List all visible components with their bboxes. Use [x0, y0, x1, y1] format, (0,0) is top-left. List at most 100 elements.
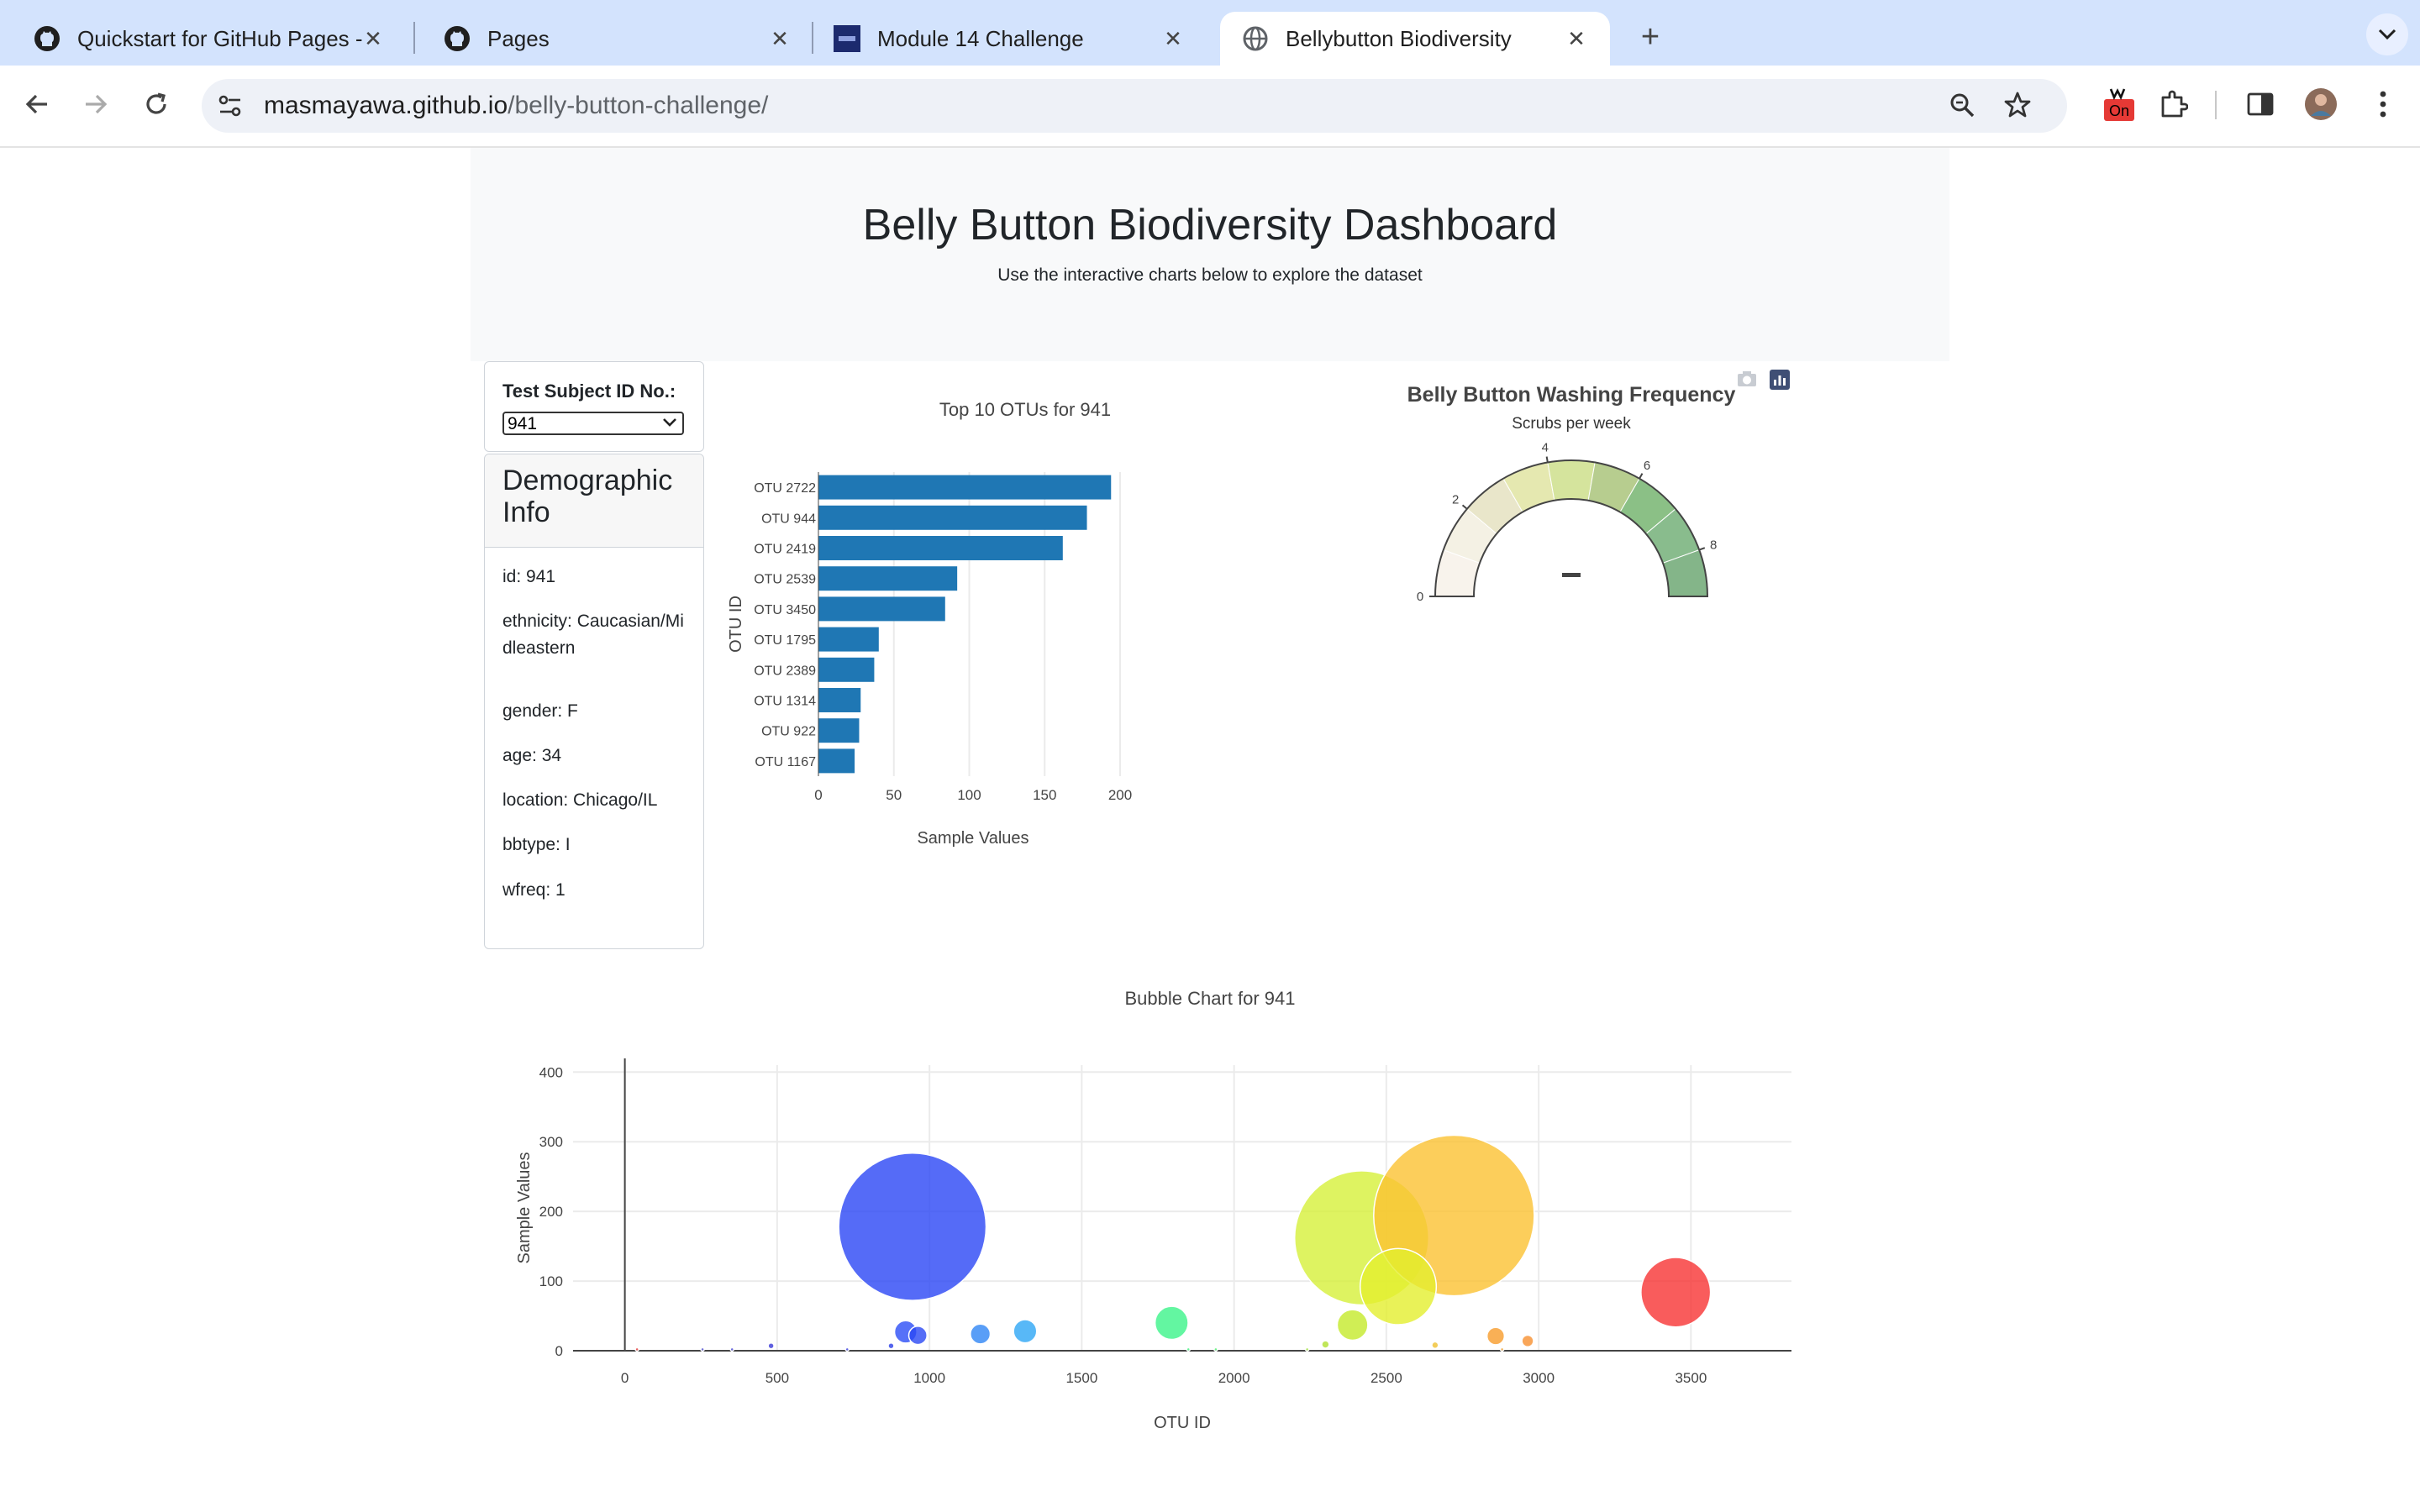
github-icon [34, 25, 60, 52]
extension-on-icon[interactable]: On [2097, 82, 2141, 126]
y-tick-label: OTU 1795 [754, 633, 816, 648]
url-text[interactable]: masmayawa.github.io/belly-button-challen… [264, 92, 768, 120]
arrow-right-icon [86, 94, 108, 114]
tab-title: Quickstart for GitHub Pages - [77, 25, 363, 51]
gauge-tick [1545, 456, 1549, 463]
y-tick-label: OTU 2539 [754, 573, 816, 587]
bar [818, 657, 875, 682]
y-axis-title: OTU ID [727, 596, 745, 653]
extensions-puzzle-icon[interactable] [2151, 82, 2195, 126]
bubble-point [729, 1347, 734, 1352]
x-tick-label: 0 [814, 787, 822, 803]
y-tick-label: OTU 1167 [755, 755, 816, 769]
bubble-point [844, 1347, 850, 1352]
gauge-step [1547, 459, 1596, 501]
demographic-heading: Demographic Info [502, 465, 673, 528]
side-panel-icon[interactable] [2238, 82, 2282, 126]
header-banner: Belly Button Biodiversity Dashboard Use … [471, 148, 1949, 361]
y-tick-label: OTU 944 [761, 512, 816, 526]
demo-location: location: Chicago/IL [502, 790, 658, 810]
forward-button[interactable] [72, 81, 119, 128]
bubble-y-tick-label: 0 [555, 1343, 563, 1359]
bubble-chart: 0 500 1000 1500 2000 2500 3000 3500 0 100 200 300 40… [515, 1058, 1791, 1432]
bubble-point [1304, 1347, 1310, 1352]
bubble-y-tick-label: 400 [539, 1064, 563, 1080]
bar [818, 627, 879, 652]
page-subtitle: Use the interactive charts below to expl… [997, 265, 1423, 285]
gauge-tick-label: 0 [1417, 590, 1423, 604]
bubble-x-tick-label: 0 [621, 1370, 629, 1386]
demographic-info-card: Demographic Info id: 941 ethnicity: Cauc… [484, 454, 704, 949]
top10-bar-chart: 0 50 100 150 200 OTU 2722 OTU 944 OTU 2419 OTU 2… [727, 472, 1132, 848]
profile-avatar[interactable] [2299, 82, 2343, 126]
gauge-subtitle: Scrubs per week [1512, 415, 1631, 433]
svg-text:On: On [2109, 102, 2129, 119]
close-tab-icon[interactable]: ✕ [1561, 24, 1591, 54]
bubble-x-tick-label: 1000 [913, 1370, 945, 1386]
y-tick-label: OTU 3450 [754, 603, 816, 617]
tab-pages[interactable]: Pages ✕ [422, 12, 813, 66]
tab-title: Pages [487, 25, 550, 51]
bubble-point [1359, 1247, 1438, 1326]
url-path: /belly-button-challenge/ [508, 92, 769, 119]
bubble-point [970, 1323, 992, 1345]
bookmark-star-icon[interactable] [2003, 91, 2032, 123]
reload-button[interactable] [133, 81, 180, 128]
bubble-y-tick-label: 200 [539, 1204, 563, 1220]
bar-chart-title: Top 10 OTUs for 941 [939, 399, 1112, 420]
bubble-y-tick-label: 100 [539, 1273, 563, 1289]
address-bar[interactable]: masmayawa.github.io/belly-button-challen… [202, 79, 2067, 133]
close-tab-icon[interactable]: ✕ [765, 24, 795, 54]
github-icon [444, 25, 471, 52]
browser-toolbar: masmayawa.github.io/belly-button-challen… [0, 66, 2420, 148]
bubble-point [1640, 1257, 1712, 1328]
bubble-y-axis-title: Sample Values [515, 1152, 534, 1263]
bar [818, 536, 1063, 560]
bubble-point [1321, 1340, 1330, 1349]
bar [818, 505, 1087, 530]
x-tick-label: 200 [1108, 787, 1132, 803]
bar [818, 566, 958, 591]
bubble-x-tick-label: 3500 [1675, 1370, 1707, 1386]
new-tab-button[interactable]: + [1628, 15, 1672, 59]
tab-bellybutton[interactable]: Bellybutton Biodiversity ✕ [1220, 12, 1610, 66]
browser-menu-icon[interactable] [2361, 82, 2405, 126]
demo-bbtype: bbtype: I [502, 835, 571, 854]
bar [818, 475, 1112, 500]
demographic-card-header: Demographic Info [485, 454, 703, 548]
x-axis-title: Sample Values [917, 829, 1028, 848]
site-settings-icon[interactable] [217, 92, 244, 123]
demo-id: id: 941 [502, 567, 556, 586]
gauge-tick-label: 2 [1452, 492, 1459, 507]
bubble-point [1213, 1347, 1218, 1352]
close-tab-icon[interactable]: ✕ [358, 24, 388, 54]
bubble-point [767, 1341, 775, 1350]
x-tick-label: 150 [1033, 787, 1056, 803]
bubble-x-axis-title: OTU ID [1154, 1414, 1211, 1432]
tab-module-14[interactable]: Module 14 Challenge ✕ [812, 12, 1207, 66]
y-tick-label: OTU 2419 [754, 543, 816, 557]
selector-label: Test Subject ID No.: [502, 381, 676, 402]
gauge-value-marker [1562, 573, 1581, 577]
bubble-x-tick-label: 1500 [1065, 1370, 1097, 1386]
chevron-down-icon [2378, 29, 2396, 40]
bubble-x-tick-label: 2000 [1218, 1370, 1250, 1386]
globe-icon [1242, 25, 1269, 52]
bubble-point [1013, 1319, 1038, 1344]
demo-age: age: 34 [502, 746, 562, 765]
close-tab-icon[interactable]: ✕ [1158, 24, 1188, 54]
bubble-point [634, 1347, 639, 1352]
bubble-y-tick-label: 300 [539, 1134, 563, 1150]
back-button[interactable] [13, 81, 60, 128]
tab-search-button[interactable] [2366, 13, 2408, 55]
tab-title: Module 14 Challenge [877, 25, 1084, 51]
course-logo-icon [834, 25, 860, 52]
subject-id-dropdown[interactable]: 941 [502, 412, 684, 435]
tab-quickstart[interactable]: Quickstart for GitHub Pages - ✕ [12, 12, 407, 66]
zoom-icon[interactable] [1948, 91, 1976, 123]
y-tick-label: OTU 2722 [754, 481, 816, 496]
bubble-x-tick-label: 3000 [1523, 1370, 1555, 1386]
bubble-point [838, 1152, 987, 1301]
url-host: masmayawa.github.io [264, 92, 508, 119]
bubble-point [1486, 1326, 1506, 1346]
